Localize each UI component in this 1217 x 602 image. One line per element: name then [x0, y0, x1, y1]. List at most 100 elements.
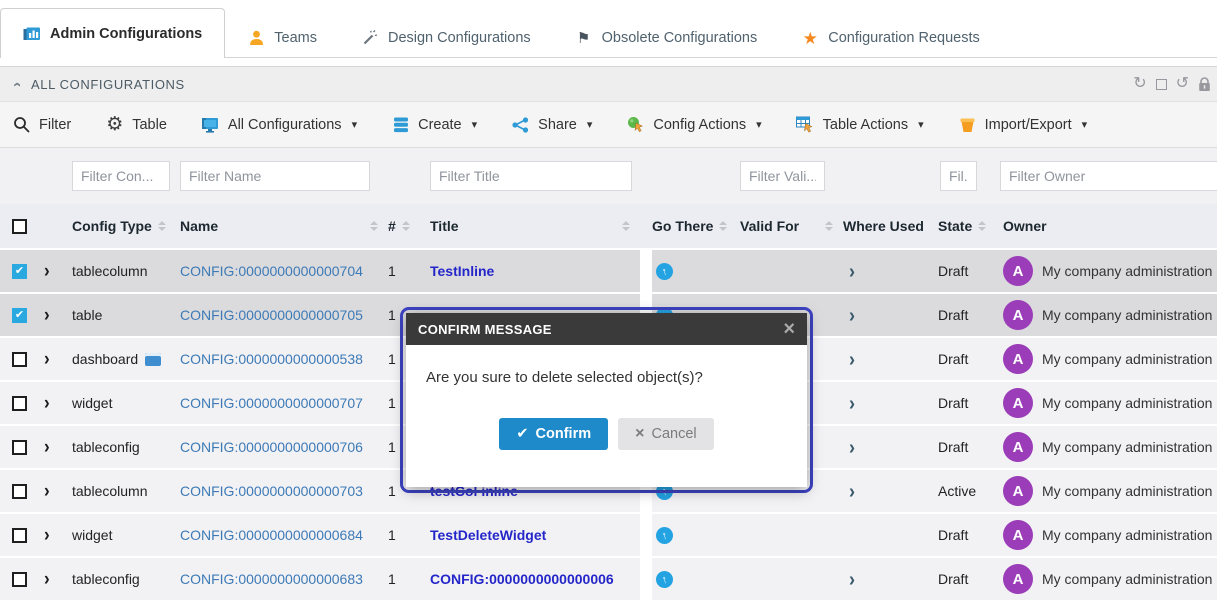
chevron-down-icon: ▾ [756, 118, 762, 131]
where-used-chevron-icon[interactable]: › [849, 391, 855, 415]
import-export-button[interactable]: Import/Export▾ [958, 116, 1088, 134]
lock-icon[interactable] [1198, 77, 1211, 92]
row-expand-cell: › [44, 250, 72, 292]
all-configurations-button[interactable]: All Configurations▾ [201, 116, 357, 134]
config-name-link[interactable]: CONFIG:0000000000000683 [180, 571, 363, 587]
config-title-link[interactable]: TestInline [430, 263, 494, 279]
go-there-icon[interactable]: ↑ [654, 261, 675, 282]
header-num[interactable]: # [388, 204, 430, 248]
owner-avatar: A [1003, 344, 1033, 374]
expand-chevron-icon[interactable]: › [44, 480, 50, 503]
config-title-link[interactable]: CONFIG:0000000000000006 [430, 571, 614, 587]
maximize-icon[interactable] [1156, 79, 1167, 90]
filter-valid-for-input[interactable] [740, 161, 825, 191]
expand-chevron-icon[interactable]: › [44, 348, 50, 371]
chevron-up-icon[interactable]: › [8, 82, 25, 87]
toolbar: Filter ⚙Table All Configurations▾ Create▾ Sh… [0, 102, 1217, 148]
row-checkbox[interactable] [12, 440, 27, 455]
config-type-cell: tableconfig [72, 426, 180, 468]
config-actions-button[interactable]: Config Actions▾ [626, 116, 761, 134]
config-name-link[interactable]: CONFIG:0000000000000707 [180, 395, 363, 411]
name-cell: CONFIG:0000000000000707 [180, 382, 388, 424]
filter-config-type-input[interactable] [72, 161, 170, 191]
expand-chevron-icon[interactable]: › [44, 524, 50, 547]
header-where-used[interactable]: Where Used [843, 204, 938, 248]
cancel-button[interactable]: ×Cancel [618, 418, 713, 450]
tab-configuration-requests[interactable]: ★Configuration Requests [779, 19, 1002, 57]
where-used-cell: › [843, 294, 938, 336]
share-button[interactable]: Share▾ [511, 116, 592, 134]
config-title-link[interactable]: TestDeleteWidget [430, 527, 546, 543]
confirm-dialog-body: Are you sure to delete selected object(s… [406, 345, 807, 450]
owner-name-text: My company administration u [1042, 571, 1217, 587]
tab-design-configurations[interactable]: Design Configurations [339, 19, 553, 57]
where-used-chevron-icon[interactable]: › [849, 303, 855, 327]
name-cell: CONFIG:0000000000000683 [180, 558, 388, 600]
tab-obsolete-configurations[interactable]: ⚑Obsolete Configurations [553, 19, 780, 57]
config-type-cell: widget [72, 514, 180, 556]
star-icon: ★ [801, 30, 819, 47]
table-button[interactable]: ⚙Table [105, 116, 167, 134]
where-used-chevron-icon[interactable]: › [849, 435, 855, 459]
row-expand-cell: › [44, 470, 72, 512]
revision-number: 1 [388, 395, 396, 411]
header-title[interactable]: Title [430, 204, 640, 248]
expand-chevron-icon[interactable]: › [44, 568, 50, 591]
config-name-link[interactable]: CONFIG:0000000000000538 [180, 351, 363, 367]
filter-name-input[interactable] [180, 161, 370, 191]
header-expand-spacer [44, 204, 72, 248]
header-state[interactable]: State [938, 204, 1003, 248]
table-actions-button[interactable]: Table Actions▾ [796, 116, 924, 134]
row-checkbox[interactable]: ✔ [12, 264, 27, 279]
undo-icon[interactable]: ↺ [1176, 76, 1189, 92]
header-valid-for[interactable]: Valid For [740, 204, 843, 248]
config-name-link[interactable]: CONFIG:0000000000000684 [180, 527, 363, 543]
confirm-button[interactable]: ✔Confirm [499, 418, 608, 450]
header-config-type[interactable]: Config Type [72, 204, 180, 248]
row-checkbox[interactable] [12, 484, 27, 499]
refresh-icon[interactable]: ↻ [1133, 76, 1146, 92]
where-used-chevron-icon[interactable]: › [849, 479, 855, 503]
expand-chevron-icon[interactable]: › [44, 436, 50, 459]
header-name[interactable]: Name [180, 204, 388, 248]
row-checkbox[interactable] [12, 352, 27, 367]
where-used-chevron-icon[interactable]: › [849, 567, 855, 591]
header-owner[interactable]: Owner [1003, 204, 1217, 248]
panel-header: › ALL CONFIGURATIONS ↻ ↺ [0, 66, 1217, 102]
config-name-link[interactable]: CONFIG:0000000000000705 [180, 307, 363, 323]
config-name-link[interactable]: CONFIG:0000000000000704 [180, 263, 363, 279]
filter-owner-input[interactable] [1000, 161, 1217, 191]
where-used-chevron-icon[interactable]: › [849, 347, 855, 371]
sort-icon [825, 221, 833, 231]
expand-chevron-icon[interactable]: › [44, 260, 50, 283]
create-button[interactable]: Create▾ [391, 116, 477, 134]
owner-cell: AMy company administration u [1003, 250, 1217, 292]
row-checkbox[interactable] [12, 396, 27, 411]
go-there-icon[interactable]: ↑ [654, 525, 675, 546]
flag-icon: ⚑ [575, 30, 593, 47]
header-go-there[interactable]: Go There [652, 204, 740, 248]
row-expand-cell: › [44, 382, 72, 424]
owner-name-text: My company administration u [1042, 307, 1217, 323]
select-all-checkbox-cell [0, 204, 44, 248]
go-there-icon[interactable]: ↑ [654, 569, 675, 590]
filter-button[interactable]: Filter [12, 116, 71, 134]
row-checkbox[interactable] [12, 572, 27, 587]
valid-for-cell [740, 250, 843, 292]
row-checkbox[interactable] [12, 528, 27, 543]
close-icon[interactable]: × [783, 319, 795, 339]
config-name-link[interactable]: CONFIG:0000000000000706 [180, 439, 363, 455]
config-name-link[interactable]: CONFIG:0000000000000703 [180, 483, 363, 499]
tab-admin-configurations[interactable]: Admin Configurations [0, 8, 225, 58]
select-all-checkbox[interactable] [12, 219, 27, 234]
filter-title-input[interactable] [430, 161, 632, 191]
config-type-text: dashboard [72, 351, 138, 367]
expand-chevron-icon[interactable]: › [44, 304, 50, 327]
expand-chevron-icon[interactable]: › [44, 392, 50, 415]
go-there-cell: ↑ [652, 558, 740, 600]
tab-teams[interactable]: Teams [225, 19, 339, 57]
where-used-chevron-icon[interactable]: › [849, 259, 855, 283]
owner-cell: AMy company administration u [1003, 470, 1217, 512]
row-checkbox[interactable]: ✔ [12, 308, 27, 323]
filter-state-input[interactable] [940, 161, 977, 191]
